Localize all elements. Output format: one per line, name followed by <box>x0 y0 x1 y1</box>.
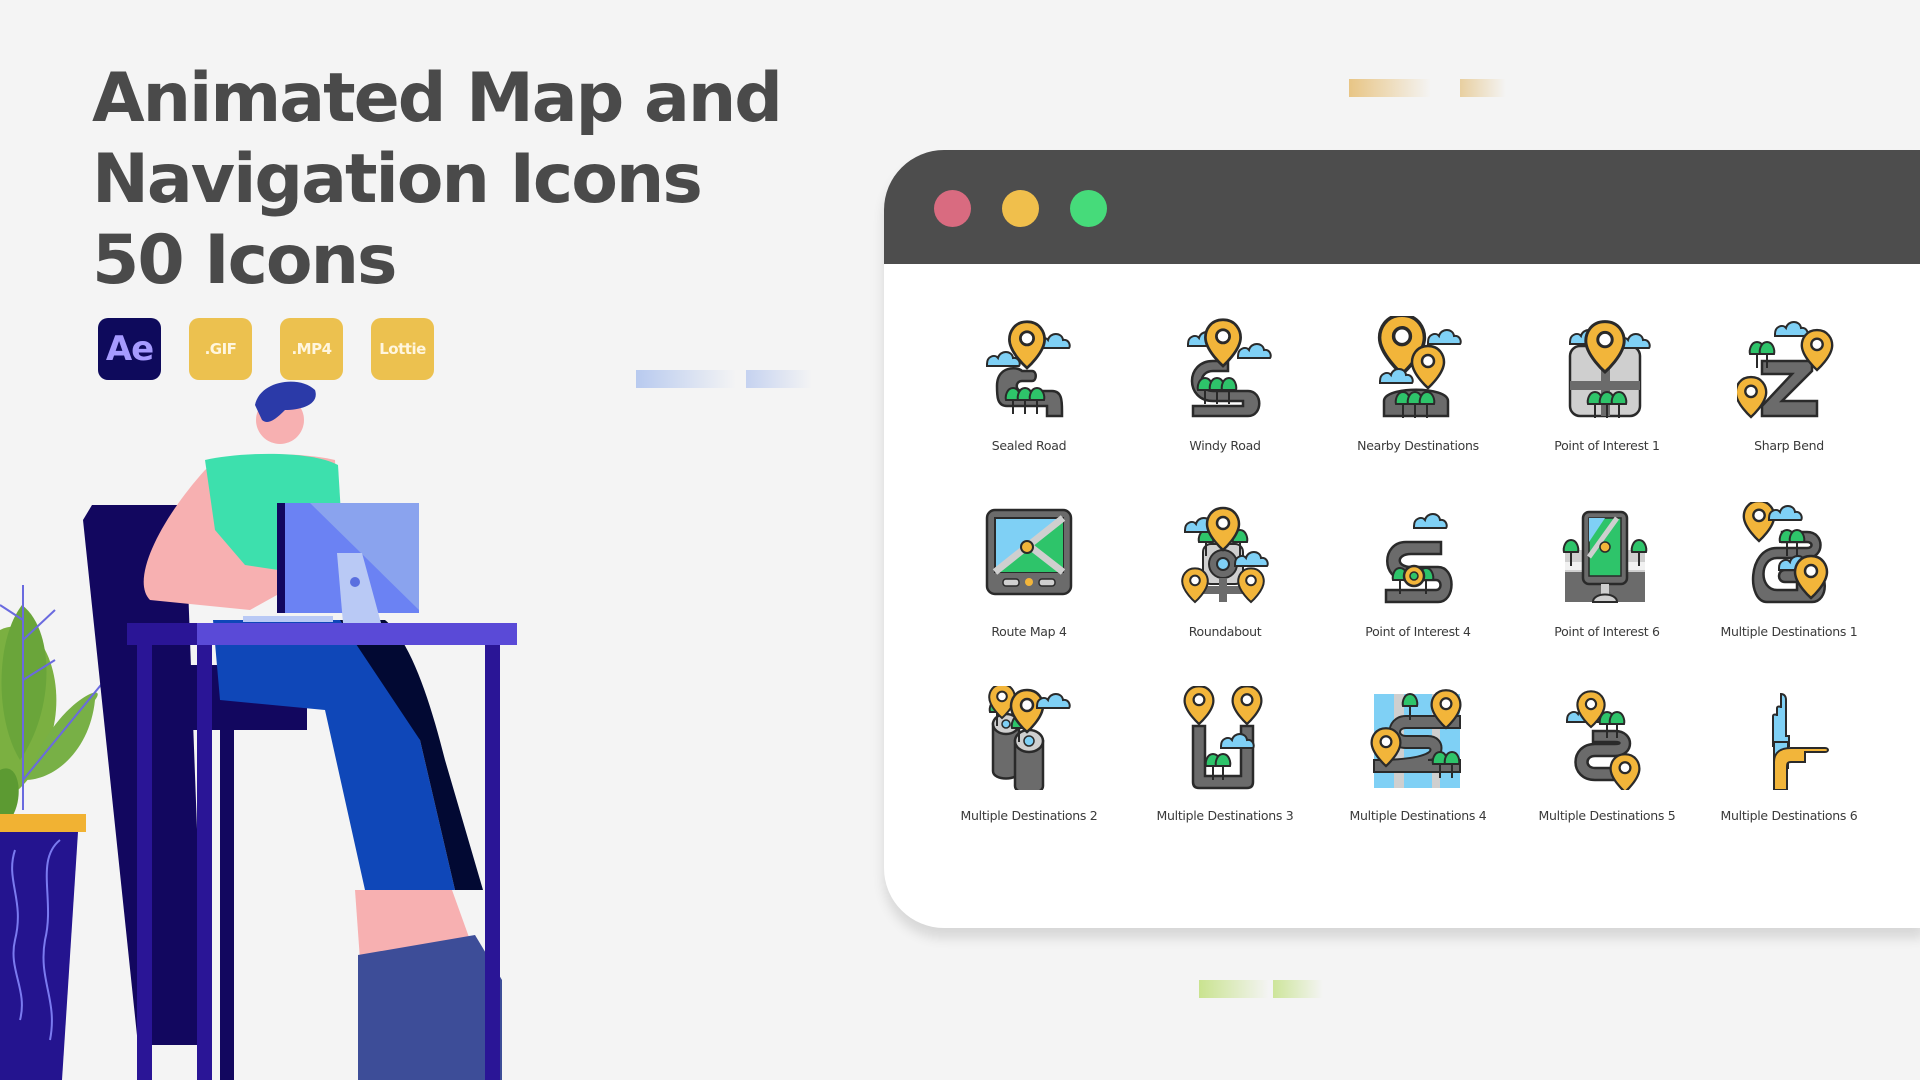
point-of-interest-6-icon <box>1562 510 1648 603</box>
windy-road-icon <box>1187 318 1272 418</box>
icon-label: Multiple Destinations 2 <box>960 808 1098 823</box>
point-of-interest-4-icon <box>1384 513 1453 604</box>
window-minimize-button[interactable] <box>1002 190 1039 227</box>
icon-card[interactable]: Point of Interest 6 <box>1517 502 1697 639</box>
route-map-4-icon <box>985 508 1073 596</box>
icon-label: Point of Interest 1 <box>1554 438 1660 453</box>
icon-label: Sharp Bend <box>1754 438 1824 453</box>
sharp-bend-icon <box>1737 321 1834 419</box>
lottie-badge: Lottie <box>371 318 434 380</box>
window-close-button[interactable] <box>934 190 971 227</box>
sealed-road-icon <box>986 320 1071 418</box>
nearby-destinations-icon <box>1377 316 1462 418</box>
icon-label: Multiple Destinations 4 <box>1349 808 1487 823</box>
decorative-bar <box>1199 980 1269 998</box>
multiple-destinations-4-icon <box>1370 689 1462 788</box>
icon-card[interactable]: Route Map 4 <box>939 502 1119 639</box>
icon-label: Multiple Destinations 5 <box>1538 808 1676 823</box>
decorative-bar <box>1273 980 1323 998</box>
roundabout-icon <box>1181 506 1269 604</box>
title-line-3: 50 Icons <box>92 221 398 300</box>
icon-card[interactable]: Windy Road <box>1135 316 1315 453</box>
icon-label: Multiple Destinations 1 <box>1720 624 1858 639</box>
icon-label: Multiple Destinations 6 <box>1720 808 1858 823</box>
plant-illustration <box>0 585 106 1080</box>
title-line-1: Animated Map and <box>92 59 783 138</box>
icon-label: Multiple Destinations 3 <box>1156 808 1294 823</box>
icon-card[interactable]: Sealed Road <box>939 316 1119 453</box>
icon-card[interactable]: Multiple Destinations 5 <box>1517 686 1697 823</box>
icon-card[interactable]: Point of Interest 4 <box>1328 502 1508 639</box>
icon-preview-window: Sealed Road Windy Road Nearby Destinations… <box>884 150 1920 928</box>
window-titlebar <box>884 150 1920 264</box>
multiple-destinations-1-icon <box>1742 502 1829 604</box>
icon-label: Sealed Road <box>991 438 1067 453</box>
icon-card[interactable]: Multiple Destinations 3 <box>1135 686 1315 823</box>
icon-label: Point of Interest 4 <box>1365 624 1471 639</box>
after-effects-badge: Ae <box>98 318 161 380</box>
hero-title: Animated Map and Navigation Icons 50 Ico… <box>92 58 783 301</box>
decorative-bar <box>1349 79 1431 97</box>
icon-card[interactable]: Nearby Destinations <box>1328 316 1508 453</box>
multiple-destinations-6-icon <box>1772 692 1829 790</box>
point-of-interest-1-icon <box>1568 320 1651 418</box>
icon-card[interactable]: Multiple Destinations 2 <box>939 686 1119 823</box>
icon-label: Roundabout <box>1188 624 1262 639</box>
multiple-destinations-3-icon <box>1183 686 1263 790</box>
icon-label: Route Map 4 <box>991 624 1067 639</box>
icon-card[interactable]: Multiple Destinations 4 <box>1328 686 1508 823</box>
icon-card[interactable]: Roundabout <box>1135 502 1315 639</box>
icon-card[interactable]: Multiple Destinations 1 <box>1699 502 1879 639</box>
icon-label: Windy Road <box>1189 438 1261 453</box>
multiple-destinations-5-icon <box>1566 690 1641 790</box>
multiple-destinations-2-icon <box>988 686 1071 790</box>
icon-label: Point of Interest 6 <box>1554 624 1660 639</box>
icon-label: Nearby Destinations <box>1357 438 1479 453</box>
icon-card[interactable]: Point of Interest 1 <box>1517 316 1697 453</box>
gif-badge: .GIF <box>189 318 252 380</box>
mp4-badge: .MP4 <box>280 318 343 380</box>
window-maximize-button[interactable] <box>1070 190 1107 227</box>
icon-card[interactable]: Sharp Bend <box>1699 316 1879 453</box>
decorative-bar <box>1460 79 1506 97</box>
icon-card[interactable]: Multiple Destinations 6 <box>1699 686 1879 823</box>
person-at-desk-illustration <box>0 381 517 1080</box>
title-line-2: Navigation Icons <box>92 140 703 219</box>
format-badges: Ae .GIF .MP4 Lottie <box>98 318 434 380</box>
